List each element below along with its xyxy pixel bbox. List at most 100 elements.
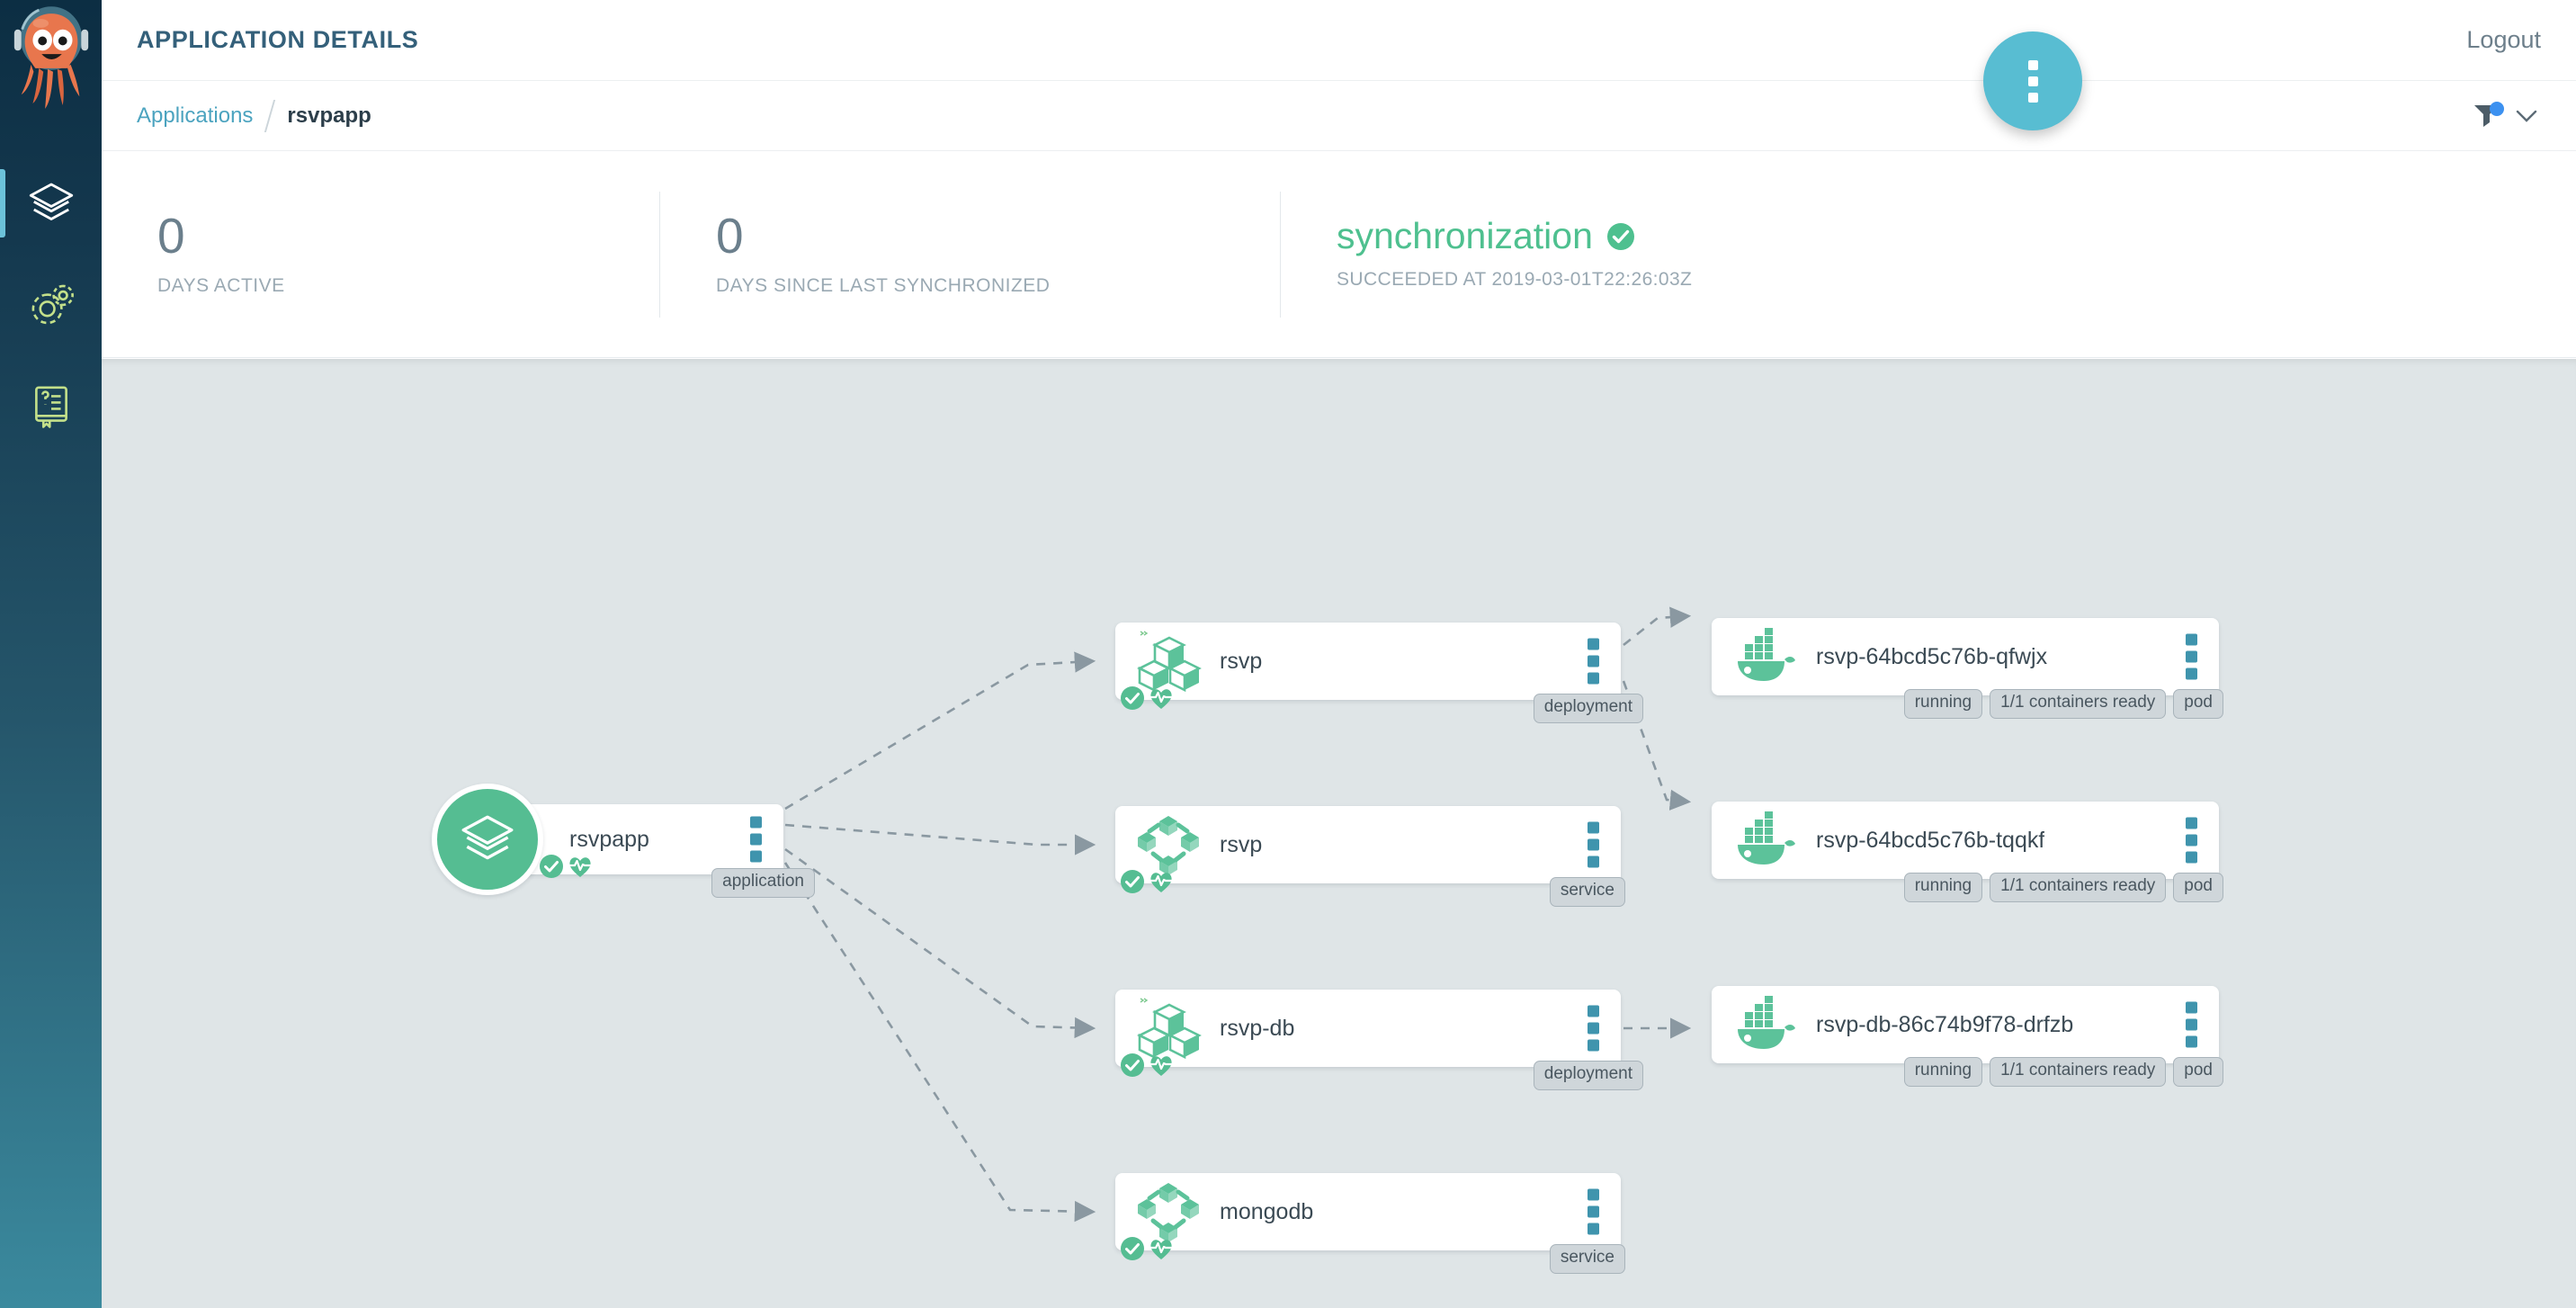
kebab-menu-icon (2027, 59, 2038, 103)
node-kind-tag: deployment (1533, 1061, 1643, 1090)
node-containers-tag: 1/1 containers ready (1990, 1057, 2167, 1087)
node-label: rsvp-64bcd5c76b-tqqkf (1816, 827, 2045, 853)
node-menu-button[interactable] (2186, 633, 2197, 680)
days-active-label: DAYS ACTIVE (157, 275, 285, 296)
filter-icon (2474, 101, 2504, 127)
healthy-check-icon (1121, 1053, 1144, 1077)
tree-node-pod-tqqkf[interactable]: rsvp-64bcd5c76b-tqqkf running 1/1 contai… (1712, 802, 2223, 902)
logout-button[interactable]: Logout (2466, 26, 2541, 54)
stat-synchronization: synchronization SUCCEEDED AT 2019-03-01T… (1280, 191, 1901, 318)
node-label: rsvp (1220, 648, 1263, 674)
days-active-value: 0 (157, 208, 185, 264)
gears-icon (31, 284, 74, 325)
stat-days-since-sync: 0 DAYS SINCE LAST SYNCHRONIZED (659, 191, 1280, 318)
node-menu-button[interactable] (750, 816, 762, 863)
tree-node-pod-drfzb[interactable]: rsvp-db-86c74b9f78-drfzb running 1/1 con… (1712, 986, 2223, 1087)
top-bar: APPLICATION DETAILS Logout (102, 0, 2576, 81)
node-status-icons (1119, 868, 1175, 895)
page-title: APPLICATION DETAILS (137, 26, 419, 53)
node-tags: deployment (1533, 694, 1643, 723)
docker-whale-icon (1726, 618, 1803, 695)
tree-node-service-rsvp[interactable]: rsvp service (1115, 806, 1625, 907)
breadcrumb-bar: Applications rsvpapp (102, 81, 2576, 151)
node-tags: service (1549, 877, 1625, 907)
healthy-check-icon (1121, 686, 1144, 710)
heart-pulse-icon (1149, 689, 1173, 709)
tree-node-application[interactable]: rsvpapp application (432, 784, 815, 898)
book-help-icon (34, 386, 67, 428)
node-label: mongodb (1220, 1198, 1314, 1224)
node-tags: running 1/1 containers ready pod (1903, 689, 2223, 719)
node-status-icons (1119, 685, 1175, 712)
node-kind-tag: service (1549, 877, 1625, 907)
breadcrumb-separator (264, 99, 276, 132)
node-containers-tag: 1/1 containers ready (1990, 689, 2167, 719)
node-tags: application (711, 868, 815, 898)
tree-node-pod-qfwjx[interactable]: rsvp-64bcd5c76b-qfwjx running 1/1 contai… (1712, 618, 2223, 719)
resource-tree-canvas[interactable]: rsvpapp application rsvp deployment rsvp… (102, 359, 2576, 1308)
chevron-down-icon (2516, 110, 2537, 122)
sidebar-nav (0, 153, 102, 455)
node-menu-button[interactable] (2186, 1001, 2197, 1048)
node-status-icons (1119, 1235, 1175, 1262)
application-node-avatar (432, 784, 543, 895)
sync-subtitle: SUCCEEDED AT 2019-03-01T22:26:03Z (1337, 269, 1693, 290)
layers-icon (29, 183, 73, 220)
application-actions-fab[interactable] (1983, 31, 2082, 130)
active-indicator (0, 169, 5, 237)
check-circle-icon (1606, 222, 1634, 250)
node-kind-tag: pod (2173, 1057, 2223, 1087)
node-tags: deployment (1533, 1061, 1643, 1090)
node-tags: running 1/1 containers ready pod (1903, 873, 2223, 902)
stat-days-active: 0 DAYS ACTIVE (102, 192, 659, 318)
heart-pulse-icon (1149, 1240, 1173, 1259)
healthy-check-icon (1121, 1237, 1144, 1260)
node-menu-button[interactable] (2186, 817, 2197, 864)
breadcrumb-current: rsvpapp (287, 103, 371, 128)
node-menu-button[interactable] (1588, 1005, 1599, 1052)
node-menu-button[interactable] (1588, 821, 1599, 868)
node-label: rsvp-64bcd5c76b-qfwjx (1816, 643, 2048, 669)
sidebar-item-applications[interactable] (0, 153, 102, 254)
node-state-tag: running (1903, 1057, 1983, 1087)
heart-pulse-icon (1149, 1056, 1173, 1076)
node-menu-button[interactable] (1588, 1188, 1599, 1235)
healthy-check-icon (1121, 870, 1144, 893)
node-kind-tag: pod (2173, 689, 2223, 719)
sidebar-item-settings[interactable] (0, 254, 102, 354)
application-details-page: APPLICATION DETAILS Logout Applications … (0, 0, 2576, 1308)
node-status-icons (1119, 1052, 1175, 1079)
node-containers-tag: 1/1 containers ready (1990, 873, 2167, 902)
docker-whale-icon (1726, 986, 1803, 1063)
days-since-sync-label: DAYS SINCE LAST SYNCHRONIZED (716, 275, 1051, 296)
sidebar (0, 0, 102, 1308)
sync-status-text: synchronization (1337, 215, 1593, 256)
docker-whale-icon (1726, 802, 1803, 879)
sidebar-item-documentation[interactable] (0, 354, 102, 455)
node-tags: service (1549, 1244, 1625, 1274)
filter-dropdown-button[interactable] (2472, 101, 2538, 131)
node-state-tag: running (1903, 873, 1983, 902)
layers-icon (461, 815, 514, 860)
node-kind-tag: application (711, 868, 815, 898)
sync-status: synchronization (1337, 218, 1901, 255)
node-kind-tag: pod (2173, 873, 2223, 902)
tree-node-deployment-rsvp-db[interactable]: rsvp-db deployment (1115, 990, 1643, 1090)
node-label: rsvp-db (1220, 1015, 1295, 1041)
tree-node-service-mongodb[interactable]: mongodb service (1115, 1173, 1625, 1274)
node-state-tag: running (1903, 689, 1983, 719)
node-kind-tag: deployment (1533, 694, 1643, 723)
stats-row: 0 DAYS ACTIVE 0 DAYS SINCE LAST SYNCHRON… (102, 151, 2576, 358)
node-label: rsvp-db-86c74b9f78-drfzb (1816, 1011, 2074, 1037)
node-tags: running 1/1 containers ready pod (1903, 1057, 2223, 1087)
node-kind-tag: service (1549, 1244, 1625, 1274)
breadcrumb-applications-link[interactable]: Applications (137, 103, 253, 129)
tree-node-deployment-rsvp[interactable]: rsvp deployment (1115, 623, 1643, 723)
heart-pulse-icon (1149, 873, 1173, 892)
heart-pulse-icon (568, 857, 592, 877)
healthy-check-icon (540, 855, 563, 878)
node-label: rsvpapp (569, 826, 649, 852)
node-label: rsvp (1220, 831, 1263, 857)
node-menu-button[interactable] (1588, 638, 1599, 685)
argo-octopus-logo[interactable] (7, 2, 95, 121)
